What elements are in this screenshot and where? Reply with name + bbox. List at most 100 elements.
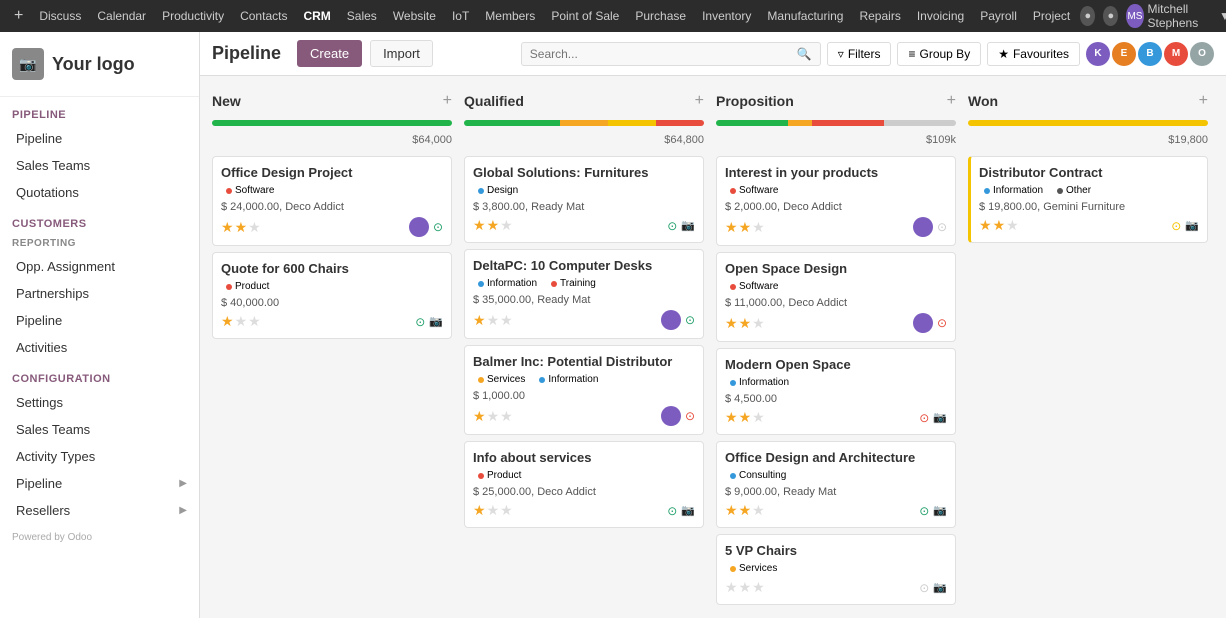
star-filled[interactable]: ★ bbox=[473, 312, 486, 329]
star-empty[interactable]: ★ bbox=[500, 217, 513, 234]
sidebar-item-resellers[interactable]: Resellers ▶ bbox=[0, 497, 199, 524]
card-camera-icon[interactable]: 📷 bbox=[681, 504, 695, 517]
card-stars[interactable]: ★★★ bbox=[725, 409, 765, 426]
nav-item-contacts[interactable]: Contacts bbox=[232, 0, 295, 32]
sidebar-item-sales-teams[interactable]: Sales Teams bbox=[0, 152, 199, 179]
star-filled[interactable]: ★ bbox=[235, 219, 248, 236]
sidebar-item-partnerships[interactable]: Partnerships bbox=[0, 280, 199, 307]
card-status-icon[interactable]: ⊙ bbox=[937, 316, 947, 330]
kanban-card[interactable]: Global Solutions: FurnituresDesign$ 3,80… bbox=[464, 156, 704, 243]
card-stars[interactable]: ★★★ bbox=[725, 219, 765, 236]
search-box[interactable]: 🔍 bbox=[521, 42, 821, 66]
avatar-o[interactable]: O bbox=[1190, 42, 1214, 66]
star-empty[interactable]: ★ bbox=[487, 312, 500, 329]
star-empty[interactable]: ★ bbox=[752, 579, 765, 596]
star-filled[interactable]: ★ bbox=[993, 217, 1006, 234]
star-filled[interactable]: ★ bbox=[473, 217, 486, 234]
star-filled[interactable]: ★ bbox=[473, 408, 486, 425]
kanban-card[interactable]: Info about servicesProduct$ 25,000.00, D… bbox=[464, 441, 704, 528]
card-stars[interactable]: ★★★ bbox=[473, 217, 513, 234]
nav-item-point-of-sale[interactable]: Point of Sale bbox=[543, 0, 627, 32]
sidebar-item-pipeline-report[interactable]: Pipeline bbox=[0, 307, 199, 334]
card-status-icon[interactable]: ⊙ bbox=[937, 220, 947, 234]
nav-item-invoicing[interactable]: Invoicing bbox=[909, 0, 972, 32]
avatar-b[interactable]: B bbox=[1138, 42, 1162, 66]
card-status-icon[interactable]: ⊙ bbox=[685, 409, 695, 423]
card-camera-icon[interactable]: 📷 bbox=[681, 219, 695, 232]
star-filled[interactable]: ★ bbox=[725, 409, 738, 426]
card-status-icon[interactable]: ⊙ bbox=[919, 411, 929, 425]
sidebar-item-pipeline-config[interactable]: Pipeline ▶ bbox=[0, 470, 199, 497]
star-filled[interactable]: ★ bbox=[979, 217, 992, 234]
col-add-icon[interactable]: + bbox=[1199, 92, 1208, 110]
star-filled[interactable]: ★ bbox=[725, 219, 738, 236]
card-camera-icon[interactable]: 📷 bbox=[429, 315, 443, 328]
card-status-icon[interactable]: ⊙ bbox=[667, 219, 677, 233]
sidebar-item-settings[interactable]: Settings bbox=[0, 389, 199, 416]
groupby-button[interactable]: ≡ Group By bbox=[897, 42, 981, 66]
card-status-icon[interactable]: ⊙ bbox=[919, 504, 929, 518]
nav-plus-icon[interactable]: + bbox=[8, 7, 29, 25]
star-empty[interactable]: ★ bbox=[500, 312, 513, 329]
sidebar-item-opp-assignment[interactable]: Opp. Assignment bbox=[0, 253, 199, 280]
card-camera-icon[interactable]: 📷 bbox=[933, 581, 947, 594]
card-stars[interactable]: ★★★ bbox=[473, 312, 513, 329]
kanban-card[interactable]: Office Design ProjectSoftware$ 24,000.00… bbox=[212, 156, 452, 246]
star-empty[interactable]: ★ bbox=[248, 313, 261, 330]
sidebar-item-activities[interactable]: Activities bbox=[0, 334, 199, 361]
star-empty[interactable]: ★ bbox=[487, 408, 500, 425]
star-empty[interactable]: ★ bbox=[739, 579, 752, 596]
card-status-icon[interactable]: ⊙ bbox=[685, 313, 695, 327]
kanban-card[interactable]: Open Space DesignSoftware$ 11,000.00, De… bbox=[716, 252, 956, 342]
nav-item-members[interactable]: Members bbox=[477, 0, 543, 32]
card-status-icon[interactable]: ⊙ bbox=[433, 220, 443, 234]
nav-item-productivity[interactable]: Productivity bbox=[154, 0, 232, 32]
star-empty[interactable]: ★ bbox=[235, 313, 248, 330]
col-add-icon[interactable]: + bbox=[443, 92, 452, 110]
favourites-button[interactable]: ★ Favourites bbox=[987, 42, 1080, 66]
nav-item-sales[interactable]: Sales bbox=[339, 0, 385, 32]
nav-item-project[interactable]: Project bbox=[1025, 0, 1078, 32]
card-stars[interactable]: ★★★ bbox=[725, 579, 765, 596]
star-empty[interactable]: ★ bbox=[752, 409, 765, 426]
avatar-e[interactable]: E bbox=[1112, 42, 1136, 66]
nav-item-iot[interactable]: IoT bbox=[444, 0, 477, 32]
nav-item-calendar[interactable]: Calendar bbox=[89, 0, 154, 32]
sidebar-item-pipeline[interactable]: Pipeline bbox=[0, 125, 199, 152]
user-menu[interactable]: MS Mitchell Stephens ▼ bbox=[1126, 2, 1226, 30]
card-stars[interactable]: ★★★ bbox=[221, 313, 261, 330]
star-empty[interactable]: ★ bbox=[752, 502, 765, 519]
star-filled[interactable]: ★ bbox=[221, 313, 234, 330]
nav-item-payroll[interactable]: Payroll bbox=[972, 0, 1025, 32]
nav-item-website[interactable]: Website bbox=[385, 0, 444, 32]
star-filled[interactable]: ★ bbox=[739, 409, 752, 426]
card-status-icon[interactable]: ⊙ bbox=[667, 504, 677, 518]
kanban-card[interactable]: Interest in your productsSoftware$ 2,000… bbox=[716, 156, 956, 246]
card-status-icon[interactable]: ⊙ bbox=[415, 315, 425, 329]
kanban-card[interactable]: 5 VP ChairsServices★★★⊙📷 bbox=[716, 534, 956, 605]
card-stars[interactable]: ★★★ bbox=[725, 315, 765, 332]
star-filled[interactable]: ★ bbox=[487, 217, 500, 234]
star-empty[interactable]: ★ bbox=[487, 502, 500, 519]
kanban-card[interactable]: DeltaPC: 10 Computer DesksInformationTra… bbox=[464, 249, 704, 339]
nav-item-inventory[interactable]: Inventory bbox=[694, 0, 759, 32]
sidebar-item-activity-types[interactable]: Activity Types bbox=[0, 443, 199, 470]
star-filled[interactable]: ★ bbox=[725, 315, 738, 332]
nav-item-purchase[interactable]: Purchase bbox=[627, 0, 694, 32]
card-camera-icon[interactable]: 📷 bbox=[933, 504, 947, 517]
sidebar-item-quotations[interactable]: Quotations bbox=[0, 179, 199, 206]
search-input[interactable] bbox=[530, 47, 797, 61]
nav-item-crm[interactable]: CRM bbox=[295, 0, 338, 32]
star-empty[interactable]: ★ bbox=[500, 502, 513, 519]
nav-item-manufacturing[interactable]: Manufacturing bbox=[759, 0, 851, 32]
col-add-icon[interactable]: + bbox=[947, 92, 956, 110]
filters-button[interactable]: ▿ Filters bbox=[827, 42, 892, 66]
card-stars[interactable]: ★★★ bbox=[979, 217, 1019, 234]
import-button[interactable]: Import bbox=[370, 40, 433, 67]
star-filled[interactable]: ★ bbox=[473, 502, 486, 519]
star-filled[interactable]: ★ bbox=[739, 502, 752, 519]
messages-icon[interactable]: ● bbox=[1103, 6, 1118, 26]
star-empty[interactable]: ★ bbox=[1006, 217, 1019, 234]
star-filled[interactable]: ★ bbox=[739, 219, 752, 236]
star-empty[interactable]: ★ bbox=[752, 315, 765, 332]
